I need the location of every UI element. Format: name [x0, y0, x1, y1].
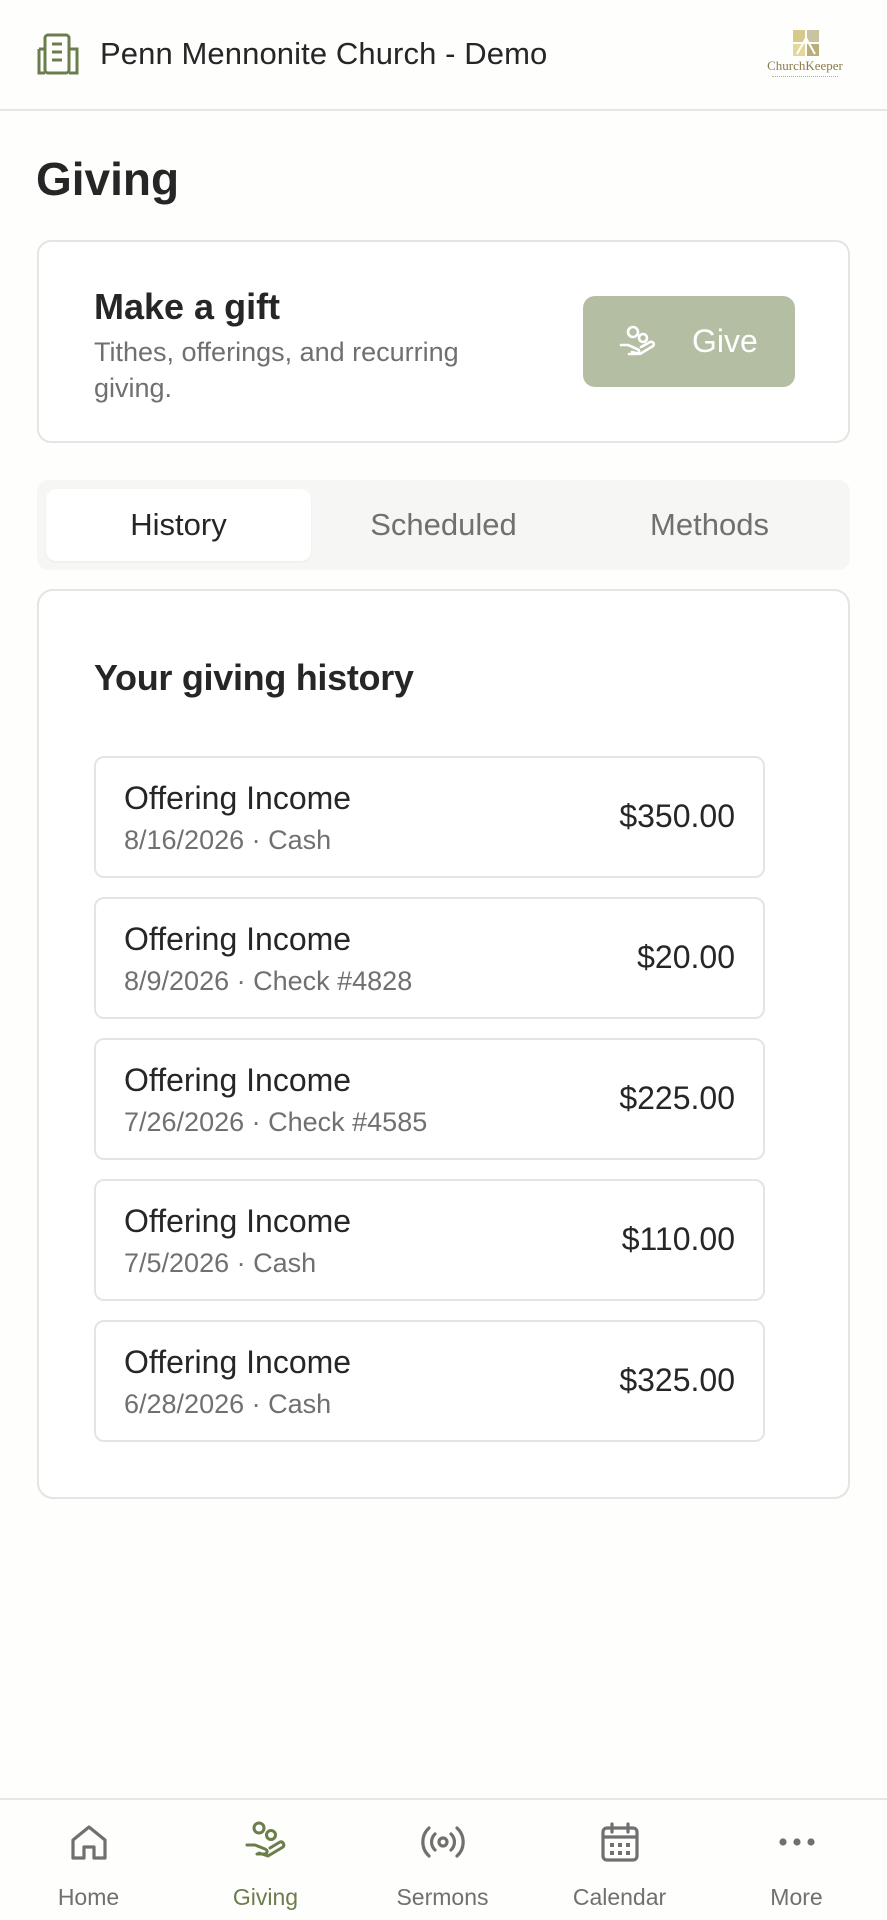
gift-subtitle: Tithes, offerings, and recurring giving.	[94, 337, 459, 403]
home-icon	[71, 1825, 107, 1860]
gift-date-method: 6/28/2026 · Cash	[124, 1389, 332, 1419]
gift-date-method: 7/5/2026 · Cash	[124, 1248, 317, 1278]
gift-date-method: 8/9/2026 · Check #4828	[124, 966, 413, 996]
nav-giving[interactable]: Giving	[177, 1800, 354, 1920]
gift-amount: $110.00	[621, 1221, 735, 1257]
app-header: Penn Mennonite Church - Demo ChurchKeepe…	[0, 0, 887, 111]
church-building-icon	[37, 33, 79, 75]
gift-amount: $325.00	[619, 1362, 735, 1398]
broadcast-icon	[421, 1826, 465, 1858]
gift-date-method: 8/16/2026 · Cash	[124, 825, 332, 855]
tab-scheduled[interactable]: Scheduled	[311, 489, 576, 561]
bottom-nav: Home Giving Sermons Calendar More	[0, 1798, 887, 1920]
history-list: Offering Income 8/16/2026 · Cash $350.00…	[94, 756, 765, 1461]
gift-title: Make a gift	[94, 286, 281, 327]
gift-amount: $225.00	[619, 1080, 735, 1116]
history-row[interactable]: Offering Income 7/26/2026 · Check #4585 …	[94, 1038, 765, 1160]
churchkeeper-logo: ChurchKeeper	[762, 28, 848, 84]
calendar-icon	[601, 1822, 639, 1862]
giving-history-card: Your giving history Offering Income 8/16…	[37, 589, 850, 1499]
nav-more[interactable]: More	[708, 1800, 885, 1920]
gift-fund-name: Offering Income	[124, 1062, 352, 1098]
hand-giving-icon	[619, 325, 655, 356]
nav-calendar-label: Calendar	[572, 1884, 667, 1910]
nav-sermons[interactable]: Sermons	[354, 1800, 531, 1920]
giving-icon	[245, 1821, 286, 1858]
gift-date-method: 7/26/2026 · Check #4585	[124, 1107, 428, 1137]
make-gift-card: Make a gift Tithes, offerings, and recur…	[37, 240, 850, 443]
gift-fund-name: Offering Income	[124, 921, 352, 957]
tab-methods[interactable]: Methods	[577, 489, 842, 561]
give-button-label: Give	[692, 323, 758, 359]
nav-home-label: Home	[57, 1884, 120, 1910]
history-title: Your giving history	[94, 657, 414, 698]
church-name: Penn Mennonite Church - Demo	[100, 36, 548, 71]
gift-fund-name: Offering Income	[124, 1203, 352, 1239]
gift-fund-name: Offering Income	[124, 1344, 352, 1380]
history-row[interactable]: Offering Income 8/16/2026 · Cash $350.00	[94, 756, 765, 878]
churchkeeper-mark-icon	[793, 30, 819, 56]
history-row[interactable]: Offering Income 7/5/2026 · Cash $110.00	[94, 1179, 765, 1301]
gift-amount: $20.00	[637, 939, 735, 975]
nav-more-label: More	[770, 1884, 823, 1910]
gift-fund-name: Offering Income	[124, 780, 352, 816]
brand-tagline	[772, 76, 838, 78]
give-button[interactable]: Give	[583, 296, 795, 387]
brand-name: ChurchKeeper	[767, 58, 843, 73]
nav-home[interactable]: Home	[0, 1800, 177, 1920]
nav-giving-label: Giving	[232, 1884, 299, 1910]
history-row[interactable]: Offering Income 8/9/2026 · Check #4828 $…	[94, 897, 765, 1019]
page-title: Giving	[36, 153, 180, 205]
tab-history[interactable]: History	[46, 489, 311, 561]
more-icon	[779, 1838, 815, 1846]
gift-amount: $350.00	[619, 798, 735, 834]
nav-calendar[interactable]: Calendar	[531, 1800, 708, 1920]
giving-tabs: History Scheduled Methods	[37, 480, 850, 570]
nav-sermons-label: Sermons	[396, 1884, 489, 1910]
history-row[interactable]: Offering Income 6/28/2026 · Cash $325.00	[94, 1320, 765, 1442]
